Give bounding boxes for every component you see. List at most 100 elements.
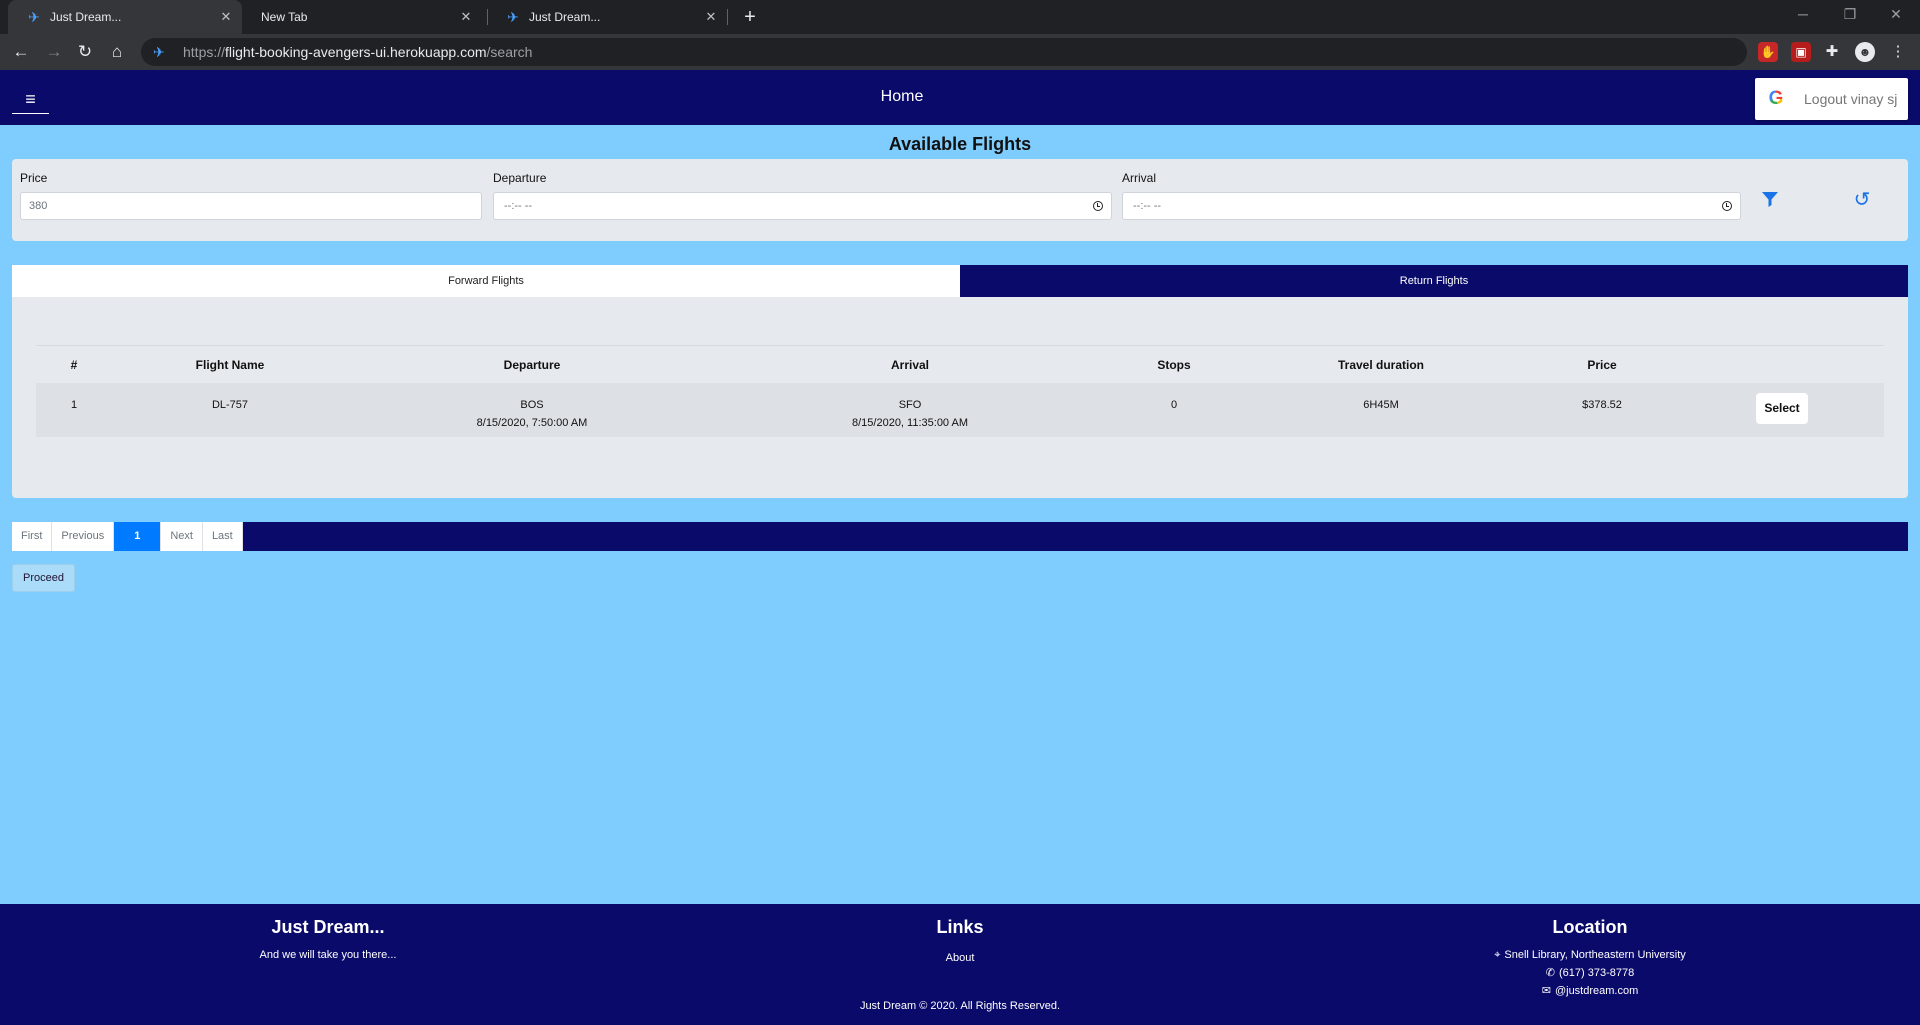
pagination-bar: First Previous 1 Next Last bbox=[12, 522, 1908, 551]
address-bar[interactable]: ✈ https://flight-booking-avengers-ui.her… bbox=[141, 38, 1747, 66]
browser-tab-1[interactable]: ✈ Just Dream... ✕ bbox=[8, 0, 242, 34]
restore-icon[interactable]: ❐ bbox=[1827, 0, 1873, 30]
cell-departure: BOS 8/15/2020, 7:50:00 AM bbox=[348, 383, 716, 437]
footer-brand-title: Just Dream... bbox=[271, 917, 385, 937]
departure-time-value: --:-- -- bbox=[504, 200, 533, 212]
logout-label: Logout vinay sj bbox=[1804, 91, 1898, 107]
copyright-name: Just Dream bbox=[859, 1000, 917, 1012]
tab-title: Just Dream... bbox=[529, 10, 601, 24]
tab-title: New Tab bbox=[261, 10, 308, 24]
page-next[interactable]: Next bbox=[161, 522, 203, 551]
logout-button[interactable]: G Logout vinay sj bbox=[1755, 78, 1908, 120]
tab-return-flights[interactable]: Return Flights bbox=[960, 265, 1908, 297]
browser-tab-bar: ✈ Just Dream... ✕ New Tab ✕ ✈ Just Dream… bbox=[0, 0, 1920, 34]
footer-email: ✉ @justdream.com bbox=[1440, 982, 1740, 1000]
results-card: # Flight Name Departure Arrival Stops Tr… bbox=[12, 297, 1908, 498]
arrival-label: Arrival bbox=[1122, 171, 1157, 185]
footer: Just Dream... And we will take you there… bbox=[0, 904, 1920, 1025]
col-header-travel-duration: Travel duration bbox=[1337, 357, 1425, 372]
browser-tab-3[interactable]: ✈ Just Dream... ✕ bbox=[487, 0, 727, 34]
col-header-number: # bbox=[70, 357, 78, 372]
cell-number: 1 bbox=[70, 399, 78, 411]
proceed-button[interactable]: Proceed bbox=[12, 564, 75, 592]
departure-label: Departure bbox=[493, 171, 547, 185]
col-header-flight-name: Flight Name bbox=[195, 357, 265, 372]
col-header-stops: Stops bbox=[1157, 357, 1191, 372]
col-header-departure: Departure bbox=[503, 357, 561, 372]
reload-icon[interactable]: ↻ bbox=[72, 39, 98, 65]
select-button[interactable]: Select bbox=[1756, 393, 1808, 424]
browser-toolbar: ← → ↻ ⌂ ✈ https://flight-booking-avenger… bbox=[0, 34, 1920, 70]
col-header-arrival: Arrival bbox=[890, 357, 930, 372]
cell-travel-duration: 6H45M bbox=[1363, 399, 1399, 411]
price-label: Price bbox=[20, 171, 48, 185]
home-icon[interactable]: ⌂ bbox=[104, 39, 130, 65]
minimize-icon[interactable]: ─ bbox=[1780, 0, 1826, 30]
cell-flight-name: DL-757 bbox=[211, 399, 249, 411]
col-header-price: Price bbox=[1587, 357, 1617, 372]
plane-icon: ✈ bbox=[28, 8, 40, 25]
filter-icon[interactable] bbox=[1760, 189, 1780, 209]
clock-icon[interactable] bbox=[1722, 201, 1732, 211]
page-first[interactable]: First bbox=[12, 522, 53, 551]
new-tab-button[interactable]: + bbox=[737, 4, 763, 30]
extension-icon[interactable]: ▣ bbox=[1791, 42, 1811, 62]
forward-icon[interactable]: → bbox=[41, 39, 67, 65]
google-icon: G bbox=[1766, 89, 1786, 109]
footer-links-title: Links bbox=[936, 917, 984, 937]
departure-time: 8/15/2020, 7:50:00 AM bbox=[476, 417, 588, 429]
tab-separator bbox=[727, 9, 728, 25]
footer-phone: ✆ (617) 373-8778 bbox=[1440, 964, 1740, 982]
flights-table: # Flight Name Departure Arrival Stops Tr… bbox=[36, 345, 1884, 437]
browser-tab-2[interactable]: New Tab ✕ bbox=[242, 0, 482, 34]
puzzle-icon[interactable]: ✚ bbox=[1822, 42, 1842, 62]
arrival-airport: SFO bbox=[898, 399, 922, 411]
hamburger-icon[interactable]: ≡ bbox=[12, 86, 49, 114]
footer-tagline: And we will take you there... bbox=[259, 949, 397, 961]
clock-icon[interactable] bbox=[1093, 201, 1103, 211]
departure-airport: BOS bbox=[520, 399, 544, 411]
page-last[interactable]: Last bbox=[203, 522, 243, 551]
url-host: flight-booking-avengers-ui.herokuapp.com bbox=[225, 44, 487, 60]
arrival-time-input[interactable]: --:-- -- bbox=[1122, 192, 1741, 220]
page-previous[interactable]: Previous bbox=[52, 522, 115, 551]
page-title: Available Flights bbox=[888, 134, 1032, 154]
page-current[interactable]: 1 bbox=[114, 522, 162, 551]
cell-price: $378.52 bbox=[1582, 399, 1622, 411]
footer-location: Location ⌖ Snell Library, Northeastern U… bbox=[1440, 917, 1740, 1000]
close-window-icon[interactable]: ✕ bbox=[1873, 0, 1919, 30]
url-path: /search bbox=[486, 44, 533, 60]
tab-forward-flights[interactable]: Forward Flights bbox=[12, 265, 960, 297]
price-input[interactable] bbox=[20, 192, 482, 220]
map-marker-icon: ⌖ bbox=[1494, 949, 1501, 961]
back-icon[interactable]: ← bbox=[8, 39, 34, 65]
cell-stops: 0 bbox=[1170, 399, 1178, 411]
copyright-year: 2020. All Rights Reserved. bbox=[930, 1000, 1061, 1012]
extension-icon[interactable]: ✋ bbox=[1758, 42, 1778, 62]
more-menu-icon[interactable]: ⋮ bbox=[1888, 42, 1908, 62]
cell-arrival: SFO 8/15/2020, 11:35:00 AM bbox=[716, 383, 1104, 437]
close-icon[interactable]: ✕ bbox=[703, 9, 719, 25]
phone-icon: ✆ bbox=[1545, 967, 1555, 979]
footer-about-link[interactable]: About bbox=[860, 952, 1060, 964]
home-link[interactable]: Home bbox=[868, 88, 936, 106]
address-text: Snell Library, Northeastern University bbox=[1504, 949, 1686, 961]
reset-icon[interactable]: ↺ bbox=[1851, 189, 1873, 211]
footer-links: Links About bbox=[860, 917, 1060, 964]
close-icon[interactable]: ✕ bbox=[218, 9, 234, 25]
footer-address: ⌖ Snell Library, Northeastern University bbox=[1440, 946, 1740, 964]
flight-tabs: Forward Flights Return Flights bbox=[12, 265, 1908, 297]
tab-title: Just Dream... bbox=[50, 10, 122, 24]
filter-card: Price Departure --:-- -- Arrival --:-- -… bbox=[12, 159, 1908, 241]
departure-time-input[interactable]: --:-- -- bbox=[493, 192, 1112, 220]
arrival-time-value: --:-- -- bbox=[1133, 200, 1162, 212]
copyright-icon: © bbox=[919, 1000, 928, 1012]
close-icon[interactable]: ✕ bbox=[458, 9, 474, 25]
app-navbar: ≡ Home G Logout vinay sj bbox=[0, 70, 1920, 125]
arrival-time: 8/15/2020, 11:35:00 AM bbox=[852, 417, 968, 429]
footer-location-title: Location bbox=[1552, 917, 1628, 937]
footer-brand: Just Dream... And we will take you there… bbox=[228, 917, 428, 964]
pagination: First Previous 1 Next Last bbox=[12, 522, 243, 551]
phone-text: (617) 373-8778 bbox=[1558, 967, 1635, 979]
profile-avatar-icon[interactable]: ☻ bbox=[1855, 42, 1875, 62]
